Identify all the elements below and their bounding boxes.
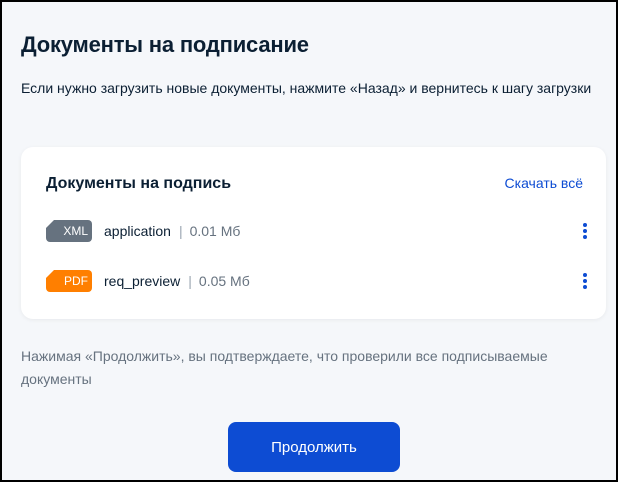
kebab-dot — [583, 285, 587, 289]
separator: | — [178, 223, 183, 239]
document-size: 0.05 Мб — [198, 273, 250, 289]
app-frame: Документы на подписание Если нужно загру… — [0, 0, 618, 482]
pdf-file-icon: PDF — [46, 270, 92, 292]
kebab-dot — [583, 279, 587, 283]
kebab-dot — [583, 223, 587, 227]
xml-file-icon: XML — [46, 220, 92, 242]
download-all-link[interactable]: Скачать всё — [505, 175, 583, 191]
kebab-menu-icon[interactable] — [579, 271, 591, 291]
document-name[interactable]: req_preview — [104, 273, 180, 289]
card-title: Документы на подпись — [46, 175, 232, 192]
file-type-label: PDF — [64, 274, 88, 288]
documents-card: Документы на подпись Скачать всё XML app… — [21, 147, 606, 319]
page-title: Документы на подписание — [21, 32, 309, 57]
separator: | — [188, 273, 192, 289]
document-row[interactable]: PDF req_preview | 0.05 Мб — [46, 267, 591, 295]
kebab-menu-icon[interactable] — [579, 221, 591, 241]
upload-hint: Если нужно загрузить новые документы, на… — [21, 80, 592, 96]
file-type-label: XML — [63, 224, 88, 238]
kebab-dot — [583, 229, 587, 233]
document-size: 0.01 Мб — [189, 223, 241, 239]
kebab-dot — [583, 273, 587, 277]
confirmation-note: Нажимая «Продолжить», вы подтверждаете, … — [21, 348, 548, 387]
document-row[interactable]: XML application | 0.01 Мб — [46, 217, 591, 245]
document-name[interactable]: application — [104, 223, 171, 239]
continue-button[interactable]: Продолжить — [228, 422, 400, 472]
kebab-dot — [583, 235, 587, 239]
